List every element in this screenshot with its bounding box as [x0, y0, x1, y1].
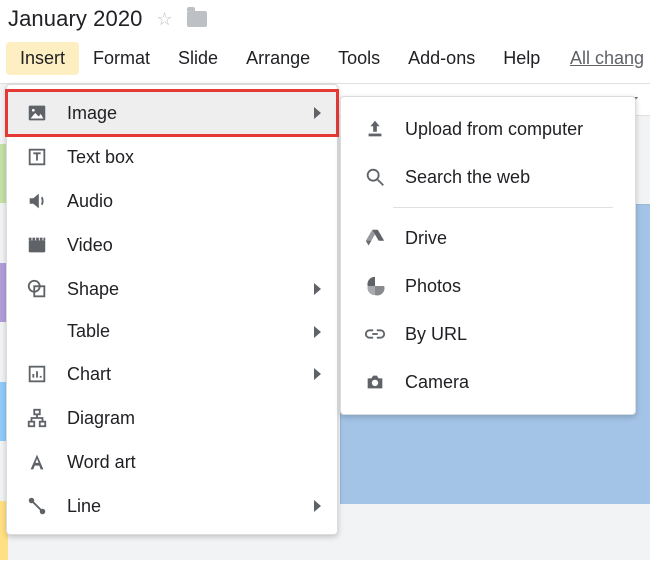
- menu-item-chart[interactable]: Chart: [7, 352, 337, 396]
- document-title[interactable]: January 2020: [8, 6, 143, 32]
- menubar: Insert Format Slide Arrange Tools Add-on…: [0, 36, 650, 84]
- chevron-right-icon: [314, 107, 321, 119]
- menu-item-label: Video: [67, 235, 113, 256]
- menu-addons[interactable]: Add-ons: [394, 42, 489, 75]
- submenu-item-label: Photos: [405, 276, 461, 297]
- camera-icon: [363, 370, 387, 394]
- link-icon: [363, 322, 387, 346]
- submenu-item-drive[interactable]: Drive: [341, 214, 635, 262]
- save-status-link[interactable]: All chang: [570, 48, 644, 69]
- submenu-item-upload[interactable]: Upload from computer: [341, 105, 635, 153]
- photos-icon: [363, 274, 387, 298]
- menu-item-wordart[interactable]: Word art: [7, 440, 337, 484]
- menu-item-label: Table: [67, 321, 110, 342]
- menu-tools[interactable]: Tools: [324, 42, 394, 75]
- menu-item-label: Line: [67, 496, 101, 517]
- chart-icon: [25, 362, 49, 386]
- menu-item-textbox[interactable]: Text box: [7, 135, 337, 179]
- shape-icon: [25, 277, 49, 301]
- submenu-item-camera[interactable]: Camera: [341, 358, 635, 406]
- video-icon: [25, 233, 49, 257]
- menu-item-video[interactable]: Video: [7, 223, 337, 267]
- menu-item-label: Diagram: [67, 408, 135, 429]
- menu-item-label: Chart: [67, 364, 111, 385]
- submenu-item-label: By URL: [405, 324, 467, 345]
- menu-item-shape[interactable]: Shape: [7, 267, 337, 311]
- submenu-item-photos[interactable]: Photos: [341, 262, 635, 310]
- workspace: Image Text box Audio Video Shape: [0, 84, 650, 560]
- image-submenu: Upload from computer Search the web Driv…: [340, 96, 636, 415]
- menu-item-image[interactable]: Image: [7, 91, 337, 135]
- menu-item-line[interactable]: Line: [7, 484, 337, 528]
- upload-icon: [363, 117, 387, 141]
- textbox-icon: [25, 145, 49, 169]
- drive-icon: [363, 226, 387, 250]
- menu-item-label: Text box: [67, 147, 134, 168]
- submenu-item-label: Search the web: [405, 167, 530, 188]
- chevron-right-icon: [314, 368, 321, 380]
- menu-item-diagram[interactable]: Diagram: [7, 396, 337, 440]
- menu-item-label: Image: [67, 103, 117, 124]
- menu-format[interactable]: Format: [79, 42, 164, 75]
- insert-dropdown: Image Text box Audio Video Shape: [6, 84, 338, 535]
- line-icon: [25, 494, 49, 518]
- star-icon[interactable]: ☆: [157, 9, 173, 30]
- menu-insert[interactable]: Insert: [6, 42, 79, 75]
- folder-icon[interactable]: [187, 11, 207, 27]
- menu-item-label: Shape: [67, 279, 119, 300]
- menu-arrange[interactable]: Arrange: [232, 42, 324, 75]
- menu-item-table[interactable]: Table: [7, 311, 337, 352]
- submenu-item-label: Drive: [405, 228, 447, 249]
- audio-icon: [25, 189, 49, 213]
- image-icon: [25, 101, 49, 125]
- submenu-item-search[interactable]: Search the web: [341, 153, 635, 201]
- separator: [393, 207, 613, 208]
- menu-slide[interactable]: Slide: [164, 42, 232, 75]
- menu-item-label: Audio: [67, 191, 113, 212]
- menu-item-audio[interactable]: Audio: [7, 179, 337, 223]
- wordart-icon: [25, 450, 49, 474]
- menu-item-label: Word art: [67, 452, 136, 473]
- chevron-right-icon: [314, 500, 321, 512]
- submenu-item-url[interactable]: By URL: [341, 310, 635, 358]
- submenu-item-label: Camera: [405, 372, 469, 393]
- chevron-right-icon: [314, 283, 321, 295]
- chevron-right-icon: [314, 326, 321, 338]
- diagram-icon: [25, 406, 49, 430]
- title-bar: January 2020 ☆: [0, 0, 650, 36]
- submenu-item-label: Upload from computer: [405, 119, 583, 140]
- search-icon: [363, 165, 387, 189]
- menu-help[interactable]: Help: [489, 42, 554, 75]
